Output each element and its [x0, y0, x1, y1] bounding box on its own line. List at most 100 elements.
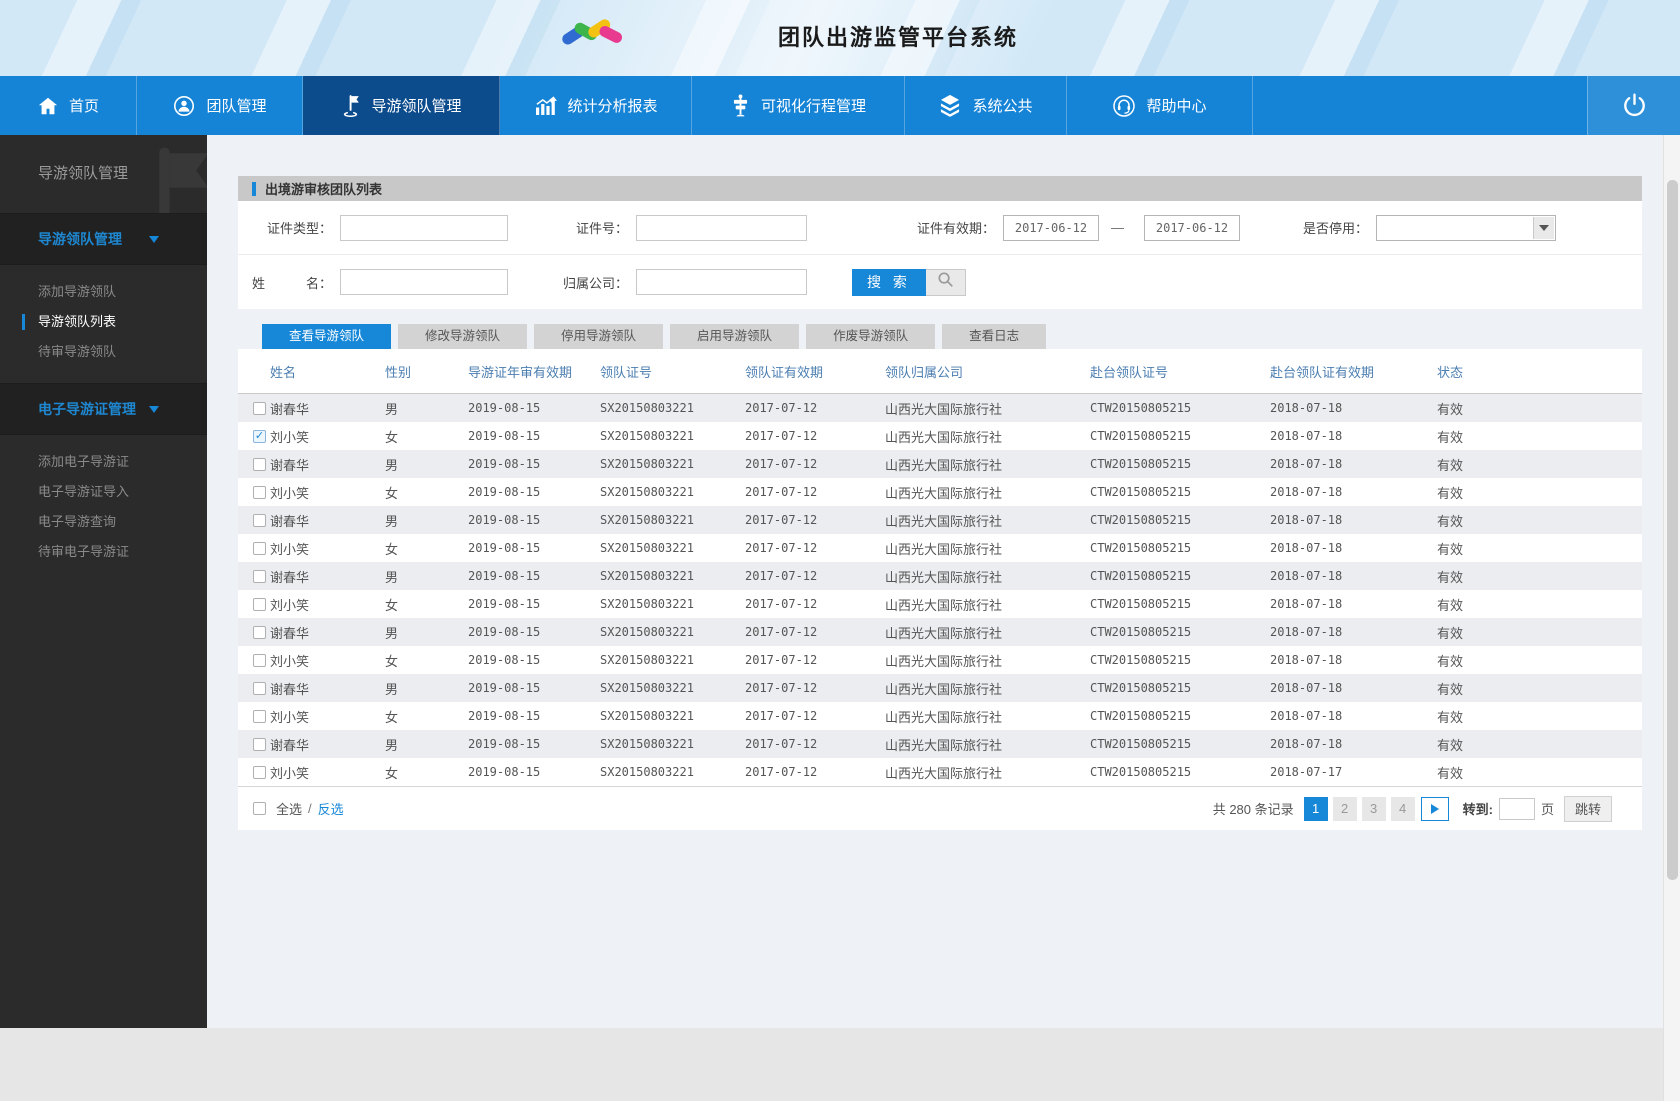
caret-down-icon: [149, 405, 159, 413]
search-icon-button[interactable]: [926, 268, 966, 296]
row-checkbox[interactable]: [253, 541, 266, 555]
sidebar-item[interactable]: 电子导游证导入: [0, 477, 207, 507]
row-checkbox[interactable]: [253, 681, 266, 695]
disabled-select[interactable]: [1376, 214, 1556, 241]
company-input[interactable]: [636, 269, 807, 295]
column-header: 赴台领队证有效期: [1270, 364, 1375, 380]
cell-status: 有效: [1437, 597, 1464, 613]
row-checkbox[interactable]: [253, 401, 266, 415]
sidebar-item-label: 电子导游证导入: [38, 484, 130, 499]
nav-item-1[interactable]: 首页: [0, 76, 137, 135]
cell-name: 谢春华: [270, 401, 310, 417]
cell-cert_valid: 2017-07-12: [745, 457, 818, 471]
search-button[interactable]: 搜 索: [852, 268, 926, 296]
goto-page-input[interactable]: [1498, 797, 1535, 820]
tab-5[interactable]: 作废导游领队: [806, 324, 936, 349]
row-checkbox[interactable]: [253, 597, 266, 611]
next-page-button[interactable]: [1420, 796, 1449, 821]
disabled-label: 是否停用：: [1302, 221, 1368, 236]
cell-tw_cert_no: CTW20150805215: [1090, 569, 1192, 583]
sidebar-section-header[interactable]: 电子导游证管理: [0, 383, 207, 435]
sidebar-section-header[interactable]: 导游领队管理: [0, 213, 207, 265]
row-checkbox[interactable]: [253, 765, 266, 779]
cell-status: 有效: [1437, 429, 1464, 445]
select-caret-button[interactable]: [1533, 216, 1554, 239]
nav-item-2[interactable]: 团队管理: [137, 76, 303, 135]
cell-company: 山西光大国际旅行社: [885, 625, 1003, 641]
nav-item-6[interactable]: 系统公共: [905, 76, 1067, 135]
cell-company: 山西光大国际旅行社: [885, 513, 1003, 529]
sidebar-item[interactable]: 待审电子导游证: [0, 537, 207, 567]
table-row: ✓ 刘小笑 女 2019-08-15 SX20150803221 2017-07-12 山西…: [238, 422, 1642, 450]
table-row: 谢春华 男 2019-08-15 SX20150803221 2017-07-12 山西光…: [238, 506, 1642, 534]
sidebar-item[interactable]: 添加导游领队: [0, 277, 207, 307]
select-all-label[interactable]: 全选: [276, 799, 302, 818]
checkbox-cell: [238, 401, 270, 415]
row-checkbox[interactable]: [253, 625, 266, 639]
tab-3[interactable]: 停用导游领队: [534, 324, 664, 349]
validity-from-input[interactable]: [1003, 214, 1099, 241]
column-header: 性别: [385, 364, 412, 380]
tab-1[interactable]: 查看导游领队: [262, 324, 392, 349]
name-input[interactable]: [340, 269, 508, 295]
validity-to-input[interactable]: [1144, 214, 1240, 241]
select-all-checkbox[interactable]: [253, 802, 266, 815]
nav-item-label: 统计分析报表: [567, 98, 658, 115]
cell-leader_cert_no: SX20150803221: [600, 625, 694, 639]
row-checkbox[interactable]: [253, 513, 266, 527]
sidebar-item[interactable]: 待审导游领队: [0, 337, 207, 367]
table-header-row: 姓名 性别 导游证年审有效期 领队证号 领队证有效期 领队归属公司 赴台领队证号 赴台领队证有…: [238, 349, 1642, 394]
page-button-4[interactable]: 4: [1390, 796, 1415, 821]
cell-leader_cert_no: SX20150803221: [600, 401, 694, 415]
cell-tw_valid: 2018-07-18: [1270, 485, 1343, 499]
nav-item-4[interactable]: 统计分析报表: [500, 76, 692, 135]
row-checkbox[interactable]: [253, 737, 266, 751]
nav-item-5[interactable]: 可视化行程管理: [692, 76, 905, 135]
cell-leader_cert_no: SX20150803221: [600, 709, 694, 723]
table-row: 刘小笑 女 2019-08-15 SX20150803221 2017-07-12 山西光…: [238, 534, 1642, 562]
logout-button[interactable]: [1587, 76, 1680, 135]
sidebar-item[interactable]: 导游领队列表: [0, 307, 207, 337]
cell-company: 山西光大国际旅行社: [885, 485, 1003, 501]
page-button-2[interactable]: 2: [1332, 796, 1357, 821]
cell-name: 刘小笑: [270, 597, 310, 613]
table-footer: 全选 / 反选 共 280 条记录 1234 转到: 页 跳转: [238, 786, 1642, 830]
caret-down-icon: [149, 235, 159, 243]
page-button-1[interactable]: 1: [1303, 796, 1328, 821]
tab-2[interactable]: 修改导游领队: [398, 324, 528, 349]
column-header: 导游证年审有效期: [468, 364, 573, 380]
cert-type-input[interactable]: [340, 214, 508, 241]
sidebar-item[interactable]: 电子导游查询: [0, 507, 207, 537]
nav-item-3[interactable]: 导游领队管理: [303, 76, 500, 135]
cell-leader_cert_no: SX20150803221: [600, 597, 694, 611]
sidebar-item-label: 导游领队列表: [38, 314, 117, 329]
scrollbar-thumb[interactable]: [1667, 180, 1678, 880]
row-checkbox[interactable]: [253, 653, 266, 667]
invert-selection-link[interactable]: 反选: [318, 799, 344, 818]
tab-6[interactable]: 查看日志: [942, 324, 1047, 349]
jump-button[interactable]: 跳转: [1563, 795, 1612, 822]
row-checkbox[interactable]: [253, 569, 266, 583]
sidebar-item[interactable]: 添加电子导游证: [0, 447, 207, 477]
nav-item-7[interactable]: 帮助中心: [1067, 76, 1253, 135]
cell-tw_cert_no: CTW20150805215: [1090, 625, 1192, 639]
row-checkbox[interactable]: [253, 709, 266, 723]
cell-gender: 女: [385, 597, 399, 613]
checkbox-cell: [238, 569, 270, 583]
row-checkbox[interactable]: [253, 485, 266, 499]
row-checkbox[interactable]: [253, 457, 266, 471]
cell-tw_valid: 2018-07-18: [1270, 625, 1343, 639]
cell-gender: 男: [385, 457, 399, 473]
cell-tw_cert_no: CTW20150805215: [1090, 737, 1192, 751]
page-button-3[interactable]: 3: [1361, 796, 1386, 821]
row-checkbox[interactable]: ✓: [253, 429, 266, 443]
cell-status: 有效: [1437, 737, 1464, 753]
cert-no-input[interactable]: [636, 214, 807, 241]
cell-annual_valid: 2019-08-15: [468, 625, 541, 639]
cell-name: 谢春华: [270, 737, 310, 753]
tab-4[interactable]: 启用导游领队: [670, 324, 800, 349]
cell-tw_valid: 2018-07-18: [1270, 737, 1343, 751]
cell-tw_valid: 2018-07-18: [1270, 681, 1343, 695]
cell-annual_valid: 2019-08-15: [468, 681, 541, 695]
checkbox-cell: [238, 625, 270, 639]
